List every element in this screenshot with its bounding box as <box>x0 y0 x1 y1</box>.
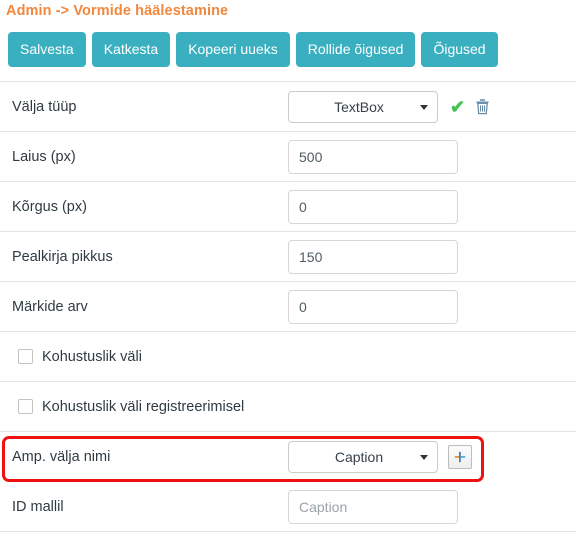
cancel-button[interactable]: Katkesta <box>91 32 171 67</box>
caption-length-input[interactable] <box>288 239 458 274</box>
required-registration-checkbox-group: Kohustuslik väli registreerimisel <box>0 399 244 415</box>
required-registration-checkbox[interactable] <box>18 399 33 414</box>
required-checkbox[interactable] <box>18 349 33 364</box>
settings-form: Välja tüüp TextBox ✔ Laius (px) 500 Kõrg… <box>0 81 576 532</box>
row-width: Laius (px) <box>0 132 576 182</box>
amp-field-name-label: Amp. välja nimi <box>12 448 111 465</box>
row-amp-field-name: Amp. välja nimi Caption <box>0 432 576 482</box>
char-count-input[interactable] <box>288 289 458 324</box>
required-registration-label: Kohustuslik väli registreerimisel <box>42 398 245 415</box>
chevron-down-icon <box>420 104 428 110</box>
toolbar: Salvesta Katkesta Kopeeri uueks Rollide … <box>0 19 576 67</box>
row-char-count: Märkide arv <box>0 282 576 332</box>
field-type-label: Välja tüüp <box>12 98 77 115</box>
permissions-button[interactable]: Õigused <box>421 32 498 67</box>
id-template-input[interactable] <box>288 489 458 524</box>
caption-length-control <box>288 239 458 274</box>
row-field-type: Välja tüüp TextBox ✔ <box>0 82 576 132</box>
chevron-down-icon <box>420 454 428 460</box>
height-input[interactable] <box>288 189 458 224</box>
id-template-label: ID mallil <box>12 498 64 515</box>
amp-field-name-control: Caption <box>288 440 472 473</box>
height-control <box>288 189 458 224</box>
field-type-select[interactable]: TextBox <box>288 90 438 123</box>
amp-field-name-select-value: Caption <box>334 448 384 465</box>
field-type-select-value: TextBox <box>334 98 384 115</box>
plus-icon <box>454 451 466 462</box>
id-template-control <box>288 489 458 524</box>
check-icon[interactable]: ✔ <box>450 98 465 116</box>
row-id-template: ID mallil <box>0 482 576 532</box>
row-height: Kõrgus (px) <box>0 182 576 232</box>
role-permissions-button[interactable]: Rollide õigused <box>295 32 416 67</box>
char-count-label: Märkide arv <box>12 298 88 315</box>
required-label: Kohustuslik väli <box>42 348 142 365</box>
row-required: Kohustuslik väli <box>0 332 576 382</box>
char-count-control <box>288 289 458 324</box>
height-label: Kõrgus (px) <box>12 198 87 215</box>
row-caption-length: Pealkirja pikkus <box>0 232 576 282</box>
width-label: Laius (px) <box>12 148 76 165</box>
amp-field-name-select[interactable]: Caption <box>288 440 438 473</box>
field-type-control: TextBox ✔ <box>288 90 490 123</box>
add-field-button[interactable] <box>448 444 472 469</box>
save-button[interactable]: Salvesta <box>8 32 86 67</box>
width-control <box>288 139 458 174</box>
copy-as-new-button[interactable]: Kopeeri uueks <box>176 32 290 67</box>
caption-length-label: Pealkirja pikkus <box>12 248 113 265</box>
page-title: Admin -> Vormide häälestamine <box>6 3 229 19</box>
required-checkbox-group: Kohustuslik väli <box>0 349 142 365</box>
trash-icon[interactable] <box>475 98 490 115</box>
row-required-registration: Kohustuslik väli registreerimisel <box>0 382 576 432</box>
width-input[interactable] <box>288 139 458 174</box>
